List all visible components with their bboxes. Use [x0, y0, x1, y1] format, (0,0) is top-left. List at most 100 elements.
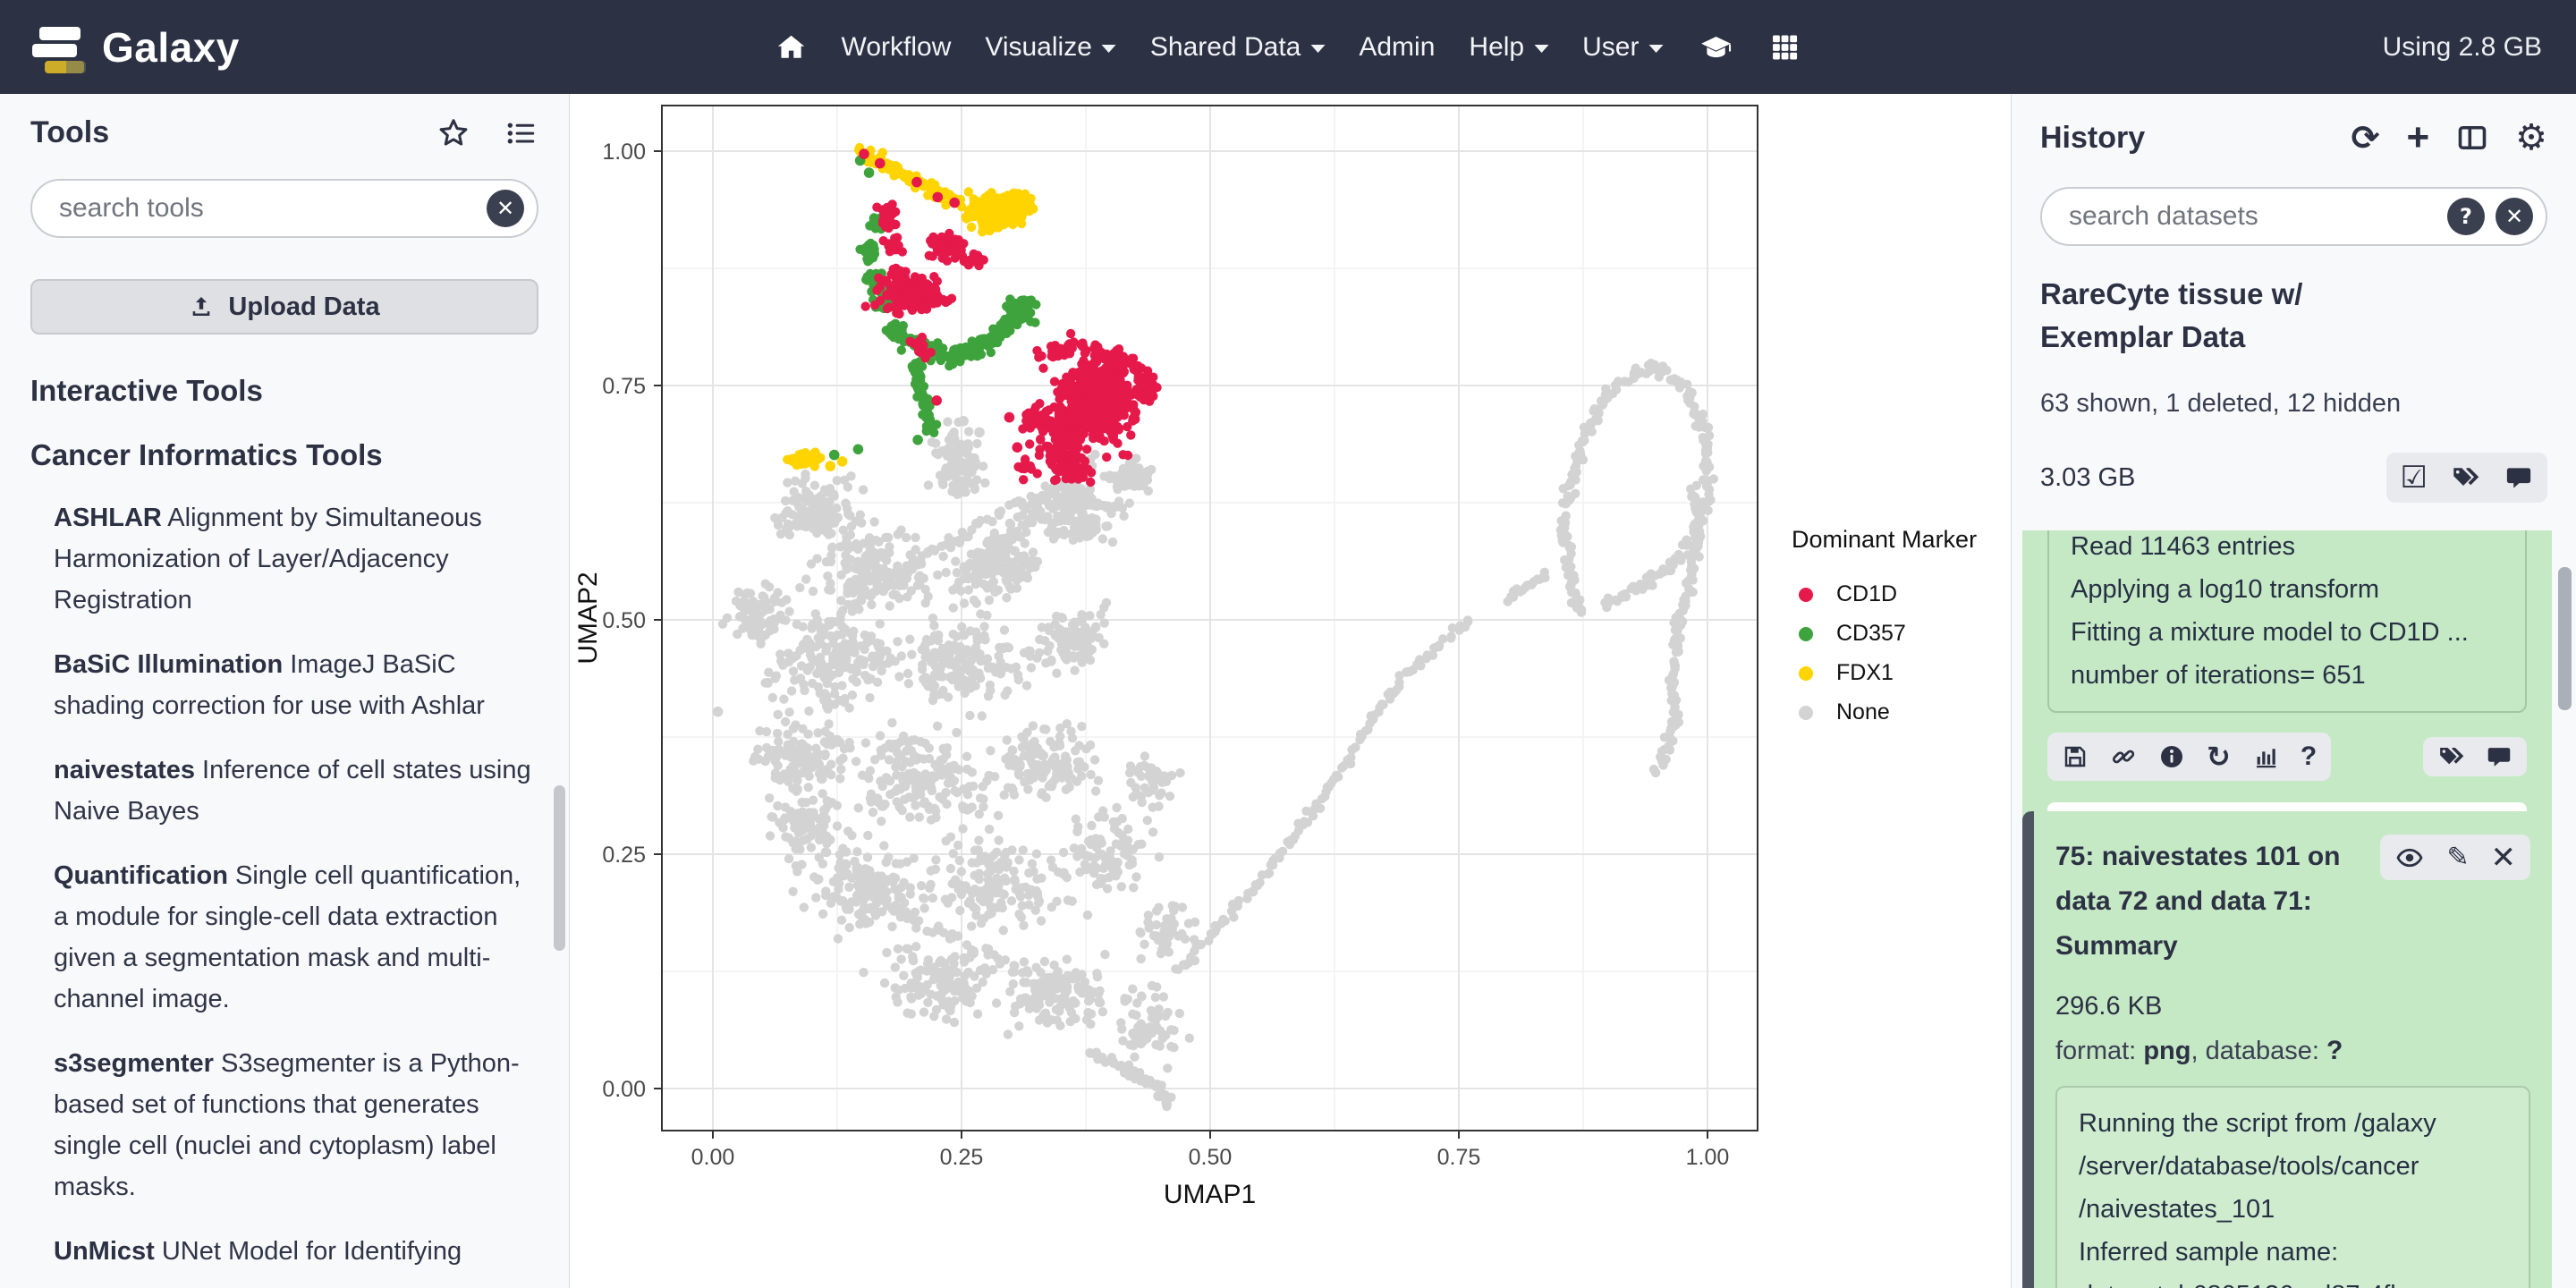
dataset-card-selected[interactable]: 75: naivestates 101 on data 72 and data …: [2022, 811, 2552, 1288]
tools-search-input[interactable]: [30, 179, 538, 238]
log-line: Applying a log10 transform: [2071, 575, 2379, 604]
masthead-links: Workflow Visualize Shared Data Admin Help Use…: [842, 32, 1664, 63]
dataset-log-box: Read 11463 entries Applying a log10 trans…: [2047, 530, 2527, 713]
nav-link-visualize[interactable]: Visualize: [985, 32, 1116, 63]
log-line: number of iterations= 651: [2071, 661, 2366, 690]
apps-grid-icon[interactable]: [1768, 31, 1801, 64]
log-line: dataset_b6805136-ad87-4fbe-: [2079, 1274, 2507, 1288]
caret-down-icon: [1534, 45, 1549, 53]
save-icon[interactable]: [2062, 743, 2089, 770]
plot-legend: Dominant Marker CD1D CD357 FDX1 None: [1792, 526, 1978, 724]
link-icon[interactable]: [2110, 743, 2137, 770]
legend-item-fdx1: FDX1: [1799, 660, 1894, 686]
help-question-icon[interactable]: ?: [2301, 741, 2317, 772]
eye-icon[interactable]: [2394, 844, 2425, 871]
masthead-menu: Workflow Visualize Shared Data Admin Help Use…: [775, 0, 1801, 94]
legend-dot-icon: [1799, 705, 1813, 720]
legend-dot-icon: [1799, 626, 1813, 641]
tool-unmicst[interactable]: UnMicst UNet Model for Identifying: [30, 1231, 538, 1272]
caret-down-icon: [1310, 45, 1326, 53]
nav-link-user[interactable]: User: [1582, 32, 1664, 63]
dataset-toolbar-pill: ↻ ?: [2047, 733, 2332, 781]
masthead: Galaxy Workflow Visualize Shared Data Admin…: [0, 0, 2576, 94]
log-line: Inferred sample name:: [2079, 1238, 2339, 1267]
dataset-tags-icon[interactable]: [2437, 744, 2466, 769]
center-content-panel: 0.00 0.25 0.50 0.75 1.00 0.00 0.25 0.50 0.75 1.00…: [570, 94, 2011, 1288]
dataset-format-line: format: png, database: ?: [2055, 1036, 2343, 1065]
history-counts: 63 shown, 1 deleted, 12 hidden: [2040, 389, 2402, 418]
tool-list-icon[interactable]: [504, 116, 538, 150]
legend-item-cd1d: CD1D: [1799, 581, 1897, 607]
galaxy-logo-icon: [30, 20, 88, 75]
history-options-gear-icon[interactable]: ⚙: [2515, 117, 2547, 158]
usage-quota[interactable]: Using 2.8 GB: [2383, 0, 2542, 94]
home-icon[interactable]: [775, 31, 808, 64]
history-dataset-list: Read 11463 entries Applying a log10 trans…: [2012, 530, 2576, 1288]
info-icon[interactable]: [2158, 743, 2185, 770]
delete-x-icon[interactable]: ✕: [2491, 843, 2517, 873]
legend-title: Dominant Marker: [1792, 526, 1978, 553]
tool-ashlar[interactable]: ASHLAR Alignment by Simultaneous Harmoni…: [30, 497, 538, 621]
legend-item-none: None: [1799, 699, 1890, 725]
nav-link-admin[interactable]: Admin: [1359, 32, 1435, 63]
log-line: Read 11463 entries: [2071, 532, 2295, 561]
log-line: /naivestates_101: [2079, 1195, 2275, 1224]
section-interactive-tools[interactable]: Interactive Tools: [30, 374, 538, 408]
section-cancer-informatics-tools[interactable]: Cancer Informatics Tools: [30, 438, 538, 472]
history-sync-icon[interactable]: ⟳: [2351, 118, 2380, 157]
history-panel: History ⟳ + ⚙ ? ✕ RareCyte tissue w/ Exe…: [2011, 94, 2576, 1288]
nav-link-shared-data[interactable]: Shared Data: [1150, 32, 1326, 63]
log-line: Fitting a mixture model to CD1D ...: [2071, 618, 2469, 647]
history-columns-icon[interactable]: [2456, 122, 2488, 154]
tools-panel-scrollbar[interactable]: [554, 785, 565, 951]
history-actions-pill: ☑: [2385, 453, 2547, 503]
legend-label: CD357: [1836, 621, 1906, 646]
nav-link-workflow[interactable]: Workflow: [842, 32, 952, 63]
history-name[interactable]: RareCyte tissue w/ Exemplar Data: [2040, 273, 2434, 359]
history-annotation-icon[interactable]: [2504, 464, 2533, 491]
brand-title: Galaxy: [102, 23, 240, 71]
tools-panel: Tools ✕ Upload Data Interactive Tools Ca…: [0, 94, 570, 1288]
tool-list: ASHLAR Alignment by Simultaneous Harmoni…: [30, 497, 538, 1272]
dataset-action-pill: ✎ ✕: [2380, 835, 2530, 880]
history-panel-title: History: [2040, 120, 2146, 155]
legend-label: CD1D: [1836, 581, 1898, 606]
upload-icon: [189, 294, 214, 319]
history-tags-icon[interactable]: [2451, 464, 2481, 491]
history-new-icon[interactable]: +: [2406, 118, 2429, 157]
caret-down-icon: [1648, 45, 1664, 53]
legend-item-cd357: CD357: [1799, 621, 1906, 647]
tool-s3segmenter[interactable]: s3segmenter S3segmenter is a Python-base…: [30, 1043, 538, 1208]
nav-link-help[interactable]: Help: [1469, 32, 1549, 63]
dataset-size: 296.6 KB: [2055, 992, 2163, 1021]
tool-basic-illumination[interactable]: BaSiC Illumination ImageJ BaSiC shading …: [30, 644, 538, 726]
caret-down-icon: [1101, 45, 1116, 53]
history-search-clear-icon[interactable]: ✕: [2496, 198, 2533, 235]
tool-naivestates[interactable]: naivestates Inference of cell states usi…: [30, 750, 538, 832]
umap-scatter-plot: 0.00 0.25 0.50 0.75 1.000.000.250.500.751.00…: [573, 105, 1758, 1209]
upload-button-label: Upload Data: [228, 292, 380, 321]
galaxy-brand[interactable]: Galaxy: [30, 20, 240, 75]
rerun-icon[interactable]: ↻: [2207, 740, 2231, 774]
select-items-checkbox-icon[interactable]: ☑: [2401, 460, 2428, 496]
upload-data-button[interactable]: Upload Data: [30, 279, 538, 335]
history-search-help-icon[interactable]: ?: [2447, 198, 2485, 235]
dataset-tag-pill: [2423, 737, 2527, 776]
visualize-chart-icon[interactable]: [2252, 743, 2279, 770]
history-size: 3.03 GB: [2040, 462, 2136, 492]
tools-panel-title: Tools: [30, 115, 110, 149]
graduation-cap-icon[interactable]: [1697, 31, 1734, 64]
favorites-star-icon[interactable]: [436, 116, 470, 150]
tools-search-clear-icon[interactable]: ✕: [487, 190, 524, 227]
dataset-log-box: Running the script from /galaxy/server/d…: [2055, 1086, 2530, 1288]
legend-dot-icon: [1799, 587, 1813, 602]
history-scrollbar[interactable]: [2558, 567, 2572, 710]
dataset-annotation-icon[interactable]: [2486, 744, 2512, 769]
edit-pencil-icon[interactable]: ✎: [2446, 842, 2469, 873]
tool-quantification[interactable]: Quantification Single cell quantificatio…: [30, 855, 538, 1020]
dataset-title[interactable]: 75: naivestates 101 on data 72 and data …: [2055, 835, 2380, 969]
legend-label: None: [1836, 699, 1890, 724]
legend-dot-icon: [1799, 665, 1813, 681]
log-line: Running the script from /galaxy: [2079, 1109, 2436, 1138]
legend-label: FDX1: [1836, 660, 1894, 685]
